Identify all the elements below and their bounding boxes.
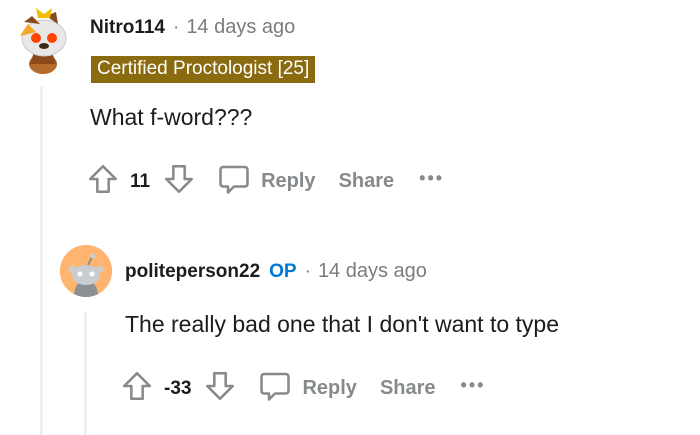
separator: · [304, 260, 311, 282]
avatar[interactable] [16, 6, 72, 74]
separator: · [172, 16, 180, 38]
reply-button[interactable]: Reply [216, 161, 316, 202]
thread-line[interactable] [84, 312, 87, 435]
share-button[interactable]: Share [339, 170, 395, 193]
timestamp[interactable]: 14 days ago [186, 16, 295, 39]
comment-meta: Nitro114 · 14 days ago [90, 16, 295, 39]
reply-button[interactable]: Reply [257, 368, 357, 409]
thread-line[interactable] [40, 86, 43, 435]
upvote-icon[interactable] [86, 162, 120, 201]
speech-bubble-icon [216, 161, 252, 202]
avatar[interactable] [60, 245, 112, 297]
comment-meta: politeperson22 OP · 14 days ago [125, 260, 427, 283]
speech-bubble-icon [257, 368, 293, 409]
reply-label: Reply [302, 377, 357, 399]
share-button[interactable]: Share [380, 377, 436, 400]
comment-actions: -33 Reply Share ••• [120, 368, 485, 409]
comment-body: What f-word??? [90, 104, 253, 130]
username[interactable]: Nitro114 [90, 17, 165, 39]
user-flair: Certified Proctologist [25] [91, 56, 316, 83]
downvote-icon[interactable] [162, 162, 196, 201]
downvote-icon[interactable] [203, 369, 237, 408]
more-options-icon[interactable]: ••• [419, 168, 444, 189]
username[interactable]: politeperson22 [125, 261, 260, 283]
op-badge: OP [269, 260, 297, 282]
more-options-icon[interactable]: ••• [461, 375, 486, 396]
comment-actions: 11 Reply Share ••• [86, 161, 444, 202]
vote-count: 11 [130, 170, 151, 192]
reply-label: Reply [261, 170, 316, 192]
vote-count: -33 [164, 377, 192, 399]
comment-body: The really bad one that I don't want to … [125, 311, 560, 337]
upvote-icon[interactable] [120, 369, 154, 408]
timestamp[interactable]: 14 days ago [318, 260, 427, 283]
